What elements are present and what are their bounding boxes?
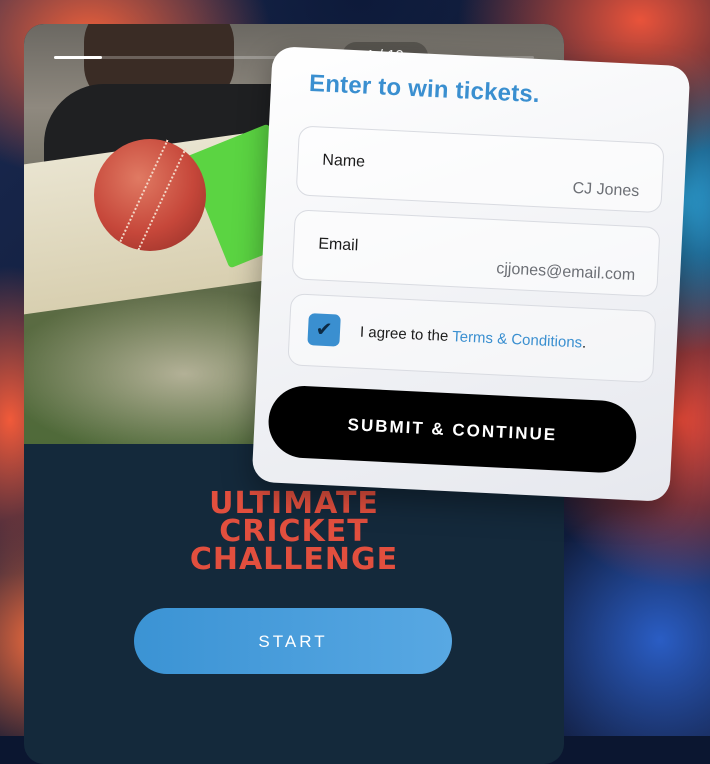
form-heading: Enter to win tickets. [308,69,541,109]
title-line-3: CHALLENGE [189,542,399,577]
submit-continue-button[interactable]: SUBMIT & CONTINUE [266,384,638,475]
challenge-title: ULTIMATE CRICKET CHALLENGE [24,489,564,577]
agree-suffix: . [581,334,587,352]
agree-text: I agree to the Terms & Conditions. [360,324,587,352]
terms-link[interactable]: Terms & Conditions [452,328,583,351]
email-field[interactable]: Email cjjones@email.com [291,209,661,298]
terms-agreement-row: ✔ I agree to the Terms & Conditions. [287,293,657,384]
checkmark-icon: ✔ [315,318,333,342]
terms-checkbox[interactable]: ✔ [307,313,341,347]
name-label: Name [321,151,366,171]
name-field[interactable]: Name CJ Jones [295,125,665,214]
agree-prefix: I agree to the [359,323,453,346]
name-value[interactable]: CJ Jones [572,180,639,201]
entry-form-modal: Enter to win tickets. Name CJ Jones Emai… [251,46,691,502]
email-label: Email [317,235,359,255]
email-value[interactable]: cjjones@email.com [496,260,636,285]
start-button[interactable]: START [134,608,452,674]
story-progress-fill [54,56,102,59]
